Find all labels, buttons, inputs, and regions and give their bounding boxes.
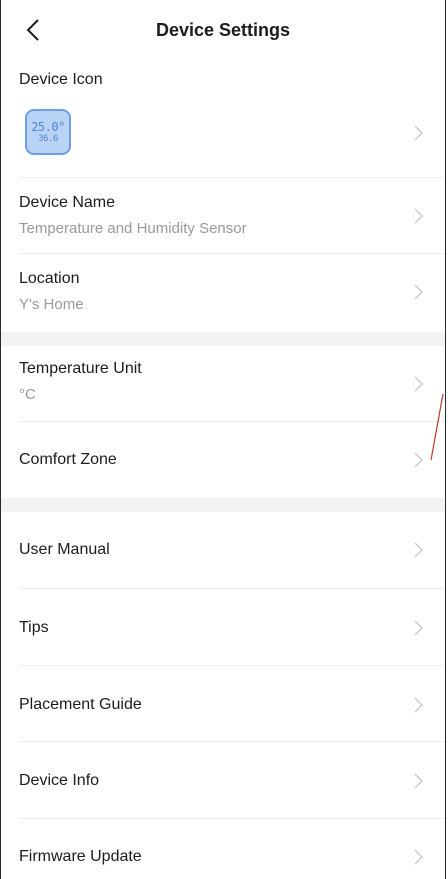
device-name-value: Temperature and Humidity Sensor [19,220,247,237]
chevron-right-icon [414,849,423,865]
section-divider [1,332,445,346]
comfort-zone-row[interactable]: Comfort Zone [19,422,445,498]
chevron-right-icon [414,284,423,300]
temperature-unit-row[interactable]: Temperature Unit °C [19,346,445,422]
location-row[interactable]: Location Y's Home [19,254,445,332]
section-divider [1,498,445,512]
tips-label: Tips [19,619,49,636]
chevron-left-icon [26,19,39,41]
device-info-row[interactable]: Device Info [19,742,445,819]
chevron-right-icon [414,125,423,141]
device-settings-screen: Device Settings Device Icon 25.0° 36.6 D… [0,0,446,879]
header: Device Settings [1,0,445,60]
chevron-right-icon [414,452,423,468]
chevron-right-icon [414,620,423,636]
device-icon-row[interactable]: Device Icon 25.0° 36.6 [19,60,445,178]
chevron-right-icon [414,208,423,224]
chevron-right-icon [414,697,423,713]
comfort-zone-label: Comfort Zone [19,451,117,468]
chevron-right-icon [414,376,423,392]
device-name-label: Device Name [19,194,116,211]
location-value: Y's Home [19,296,84,313]
location-label: Location [19,270,80,287]
annotation-stroke [430,393,444,461]
firmware-update-label: Firmware Update [19,848,142,865]
user-manual-row[interactable]: User Manual [19,512,445,589]
placement-guide-row[interactable]: Placement Guide [19,666,445,742]
device-thumbnail: 25.0° 36.6 [25,109,71,155]
temperature-unit-value: °C [19,386,36,403]
device-thumbnail-temp: 25.0° [31,119,65,134]
tips-row[interactable]: Tips [19,589,445,666]
firmware-update-row[interactable]: Firmware Update [19,819,445,879]
device-name-row[interactable]: Device Name Temperature and Humidity Sen… [19,178,445,254]
chevron-right-icon [414,542,423,558]
device-info-label: Device Info [19,772,100,789]
placement-guide-label: Placement Guide [19,696,142,713]
page-title: Device Settings [155,19,291,40]
user-manual-label: User Manual [19,541,110,558]
back-button[interactable] [19,14,47,46]
device-thumbnail-humidity: 36.6 [38,133,58,144]
device-icon-label: Device Icon [19,71,103,88]
temperature-unit-label: Temperature Unit [19,360,142,377]
chevron-right-icon [414,773,423,789]
